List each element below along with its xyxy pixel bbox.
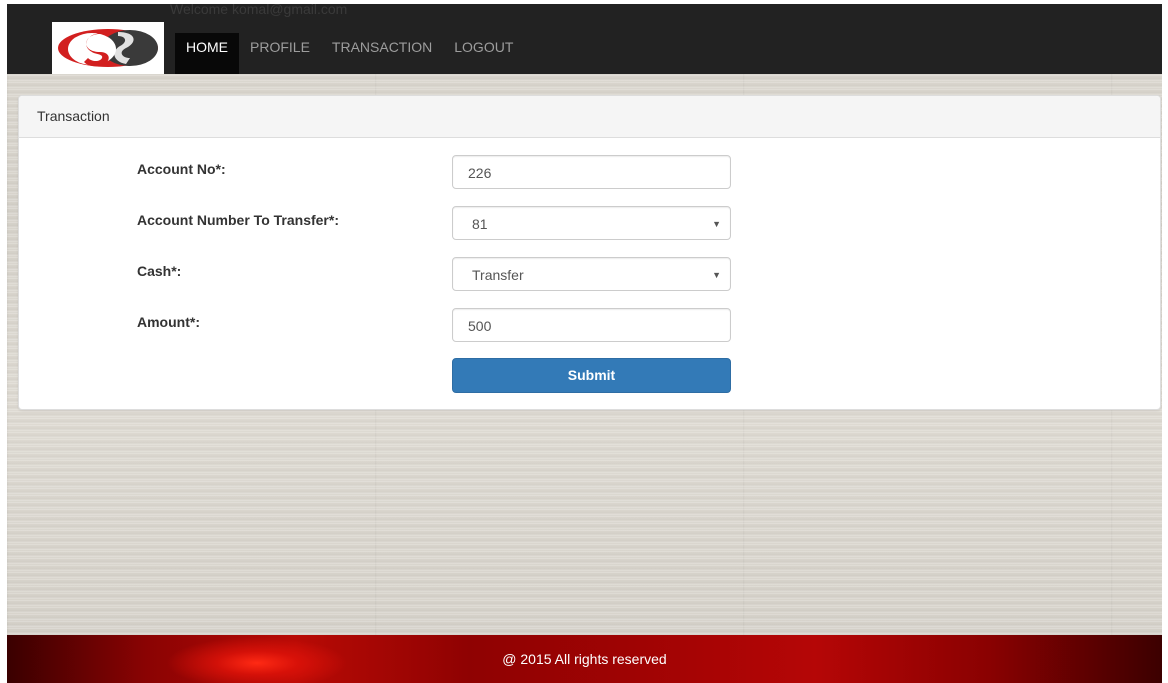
welcome-text: Welcome komal@gmail.com	[170, 4, 348, 17]
cash-value: Transfer	[472, 267, 524, 283]
top-navbar: Welcome komal@gmail.com HOME PROFILE TRA…	[7, 4, 1162, 74]
nav-transaction[interactable]: TRANSACTION	[321, 33, 443, 74]
caret-down-icon: ▼	[712, 270, 721, 280]
cash-select[interactable]: Transfer ▼	[452, 257, 731, 291]
caret-down-icon: ▼	[712, 219, 721, 229]
nav-home[interactable]: HOME	[175, 33, 239, 74]
company-logo[interactable]	[52, 22, 164, 74]
page-background: Welcome komal@gmail.com HOME PROFILE TRA…	[7, 4, 1162, 683]
submit-button[interactable]: Submit	[452, 358, 731, 393]
panel-title: Transaction	[19, 96, 1160, 138]
transfer-account-label: Account Number To Transfer*:	[137, 212, 339, 228]
transfer-account-select[interactable]: 81 ▼	[452, 206, 731, 240]
transaction-panel: Transaction Account No*: 226 Account Num…	[18, 95, 1161, 410]
transfer-account-value: 81	[472, 216, 488, 232]
account-no-input[interactable]: 226	[452, 155, 731, 189]
footer: @ 2015 All rights reserved	[7, 635, 1162, 683]
nav-logout[interactable]: LOGOUT	[443, 33, 524, 74]
nav-profile[interactable]: PROFILE	[239, 33, 321, 74]
logo-icon	[58, 29, 158, 67]
footer-copyright: @ 2015 All rights reserved	[502, 651, 667, 667]
account-no-label: Account No*:	[137, 161, 226, 177]
amount-input[interactable]: 500	[452, 308, 731, 342]
amount-label: Amount*:	[137, 314, 200, 330]
cash-label: Cash*:	[137, 263, 182, 279]
main-nav: HOME PROFILE TRANSACTION LOGOUT	[175, 33, 524, 74]
